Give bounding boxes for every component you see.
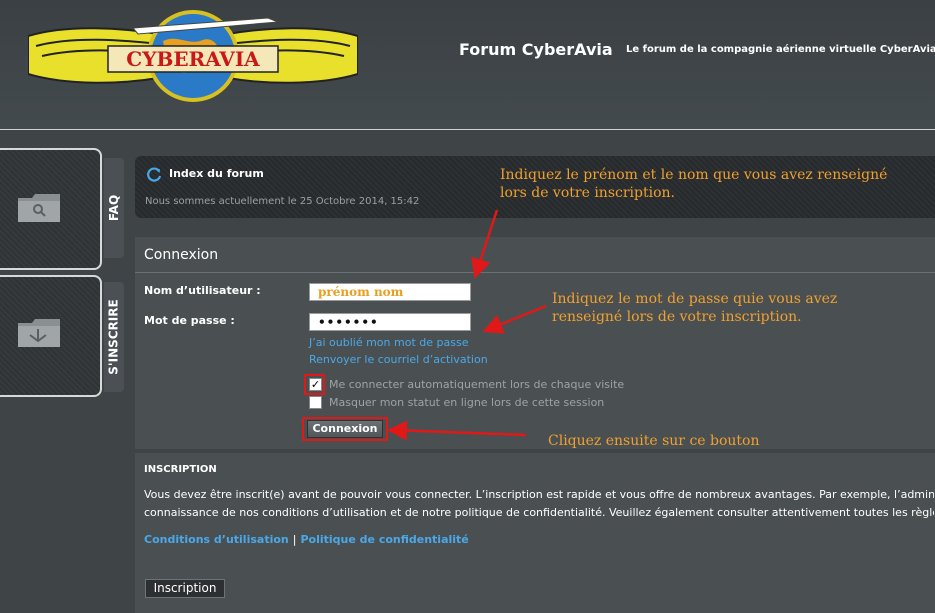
password-hint: Indiquez le mot de passe quie vous avez … [552, 290, 837, 326]
remember-me-label: Me connecter automatiquement lors de cha… [329, 378, 625, 391]
forgot-password-link[interactable]: J’ai oublié mon mot de passe [309, 336, 468, 349]
username-label: Nom d’utilisateur : [144, 284, 261, 297]
privacy-link[interactable]: Politique de confidentialité [300, 533, 468, 546]
divider [135, 272, 935, 273]
register-title: INSCRIPTION [144, 464, 217, 475]
password-hint-line1: Indiquez le mot de passe quie vous avez [552, 291, 838, 307]
login-title: Connexion [144, 247, 219, 263]
search-folder-icon [18, 194, 60, 222]
resend-activation-link[interactable]: Renvoyer le courriel d’activation [309, 353, 488, 366]
site-title[interactable]: Forum CyberAvia [459, 40, 613, 59]
hide-status-label: Masquer mon statut en ligne lors de cett… [329, 396, 605, 409]
password-hint-line2: renseigné lors de votre inscription. [552, 309, 802, 325]
name-hint: Indiquez le prénom et le nom que vous av… [500, 166, 887, 202]
faq-panel[interactable] [0, 148, 102, 270]
password-input[interactable]: ••••••• [309, 313, 471, 331]
password-label: Mot de passe : [144, 314, 235, 327]
username-input[interactable]: prénom nom [309, 283, 471, 301]
register-text-line1: Vous devez être inscrit(e) avant de pouv… [144, 488, 934, 501]
tab-register-label: S'INSCRIRE [107, 299, 122, 375]
tab-faq[interactable]: FAQ [104, 158, 124, 258]
checkbox-highlight [304, 374, 325, 395]
inbox-folder-icon [18, 319, 60, 347]
current-date: Nous sommes actuellement le 25 Octobre 2… [145, 196, 420, 207]
hide-status-checkbox[interactable] [309, 396, 322, 409]
svg-text:CYBERAVIA: CYBERAVIA [126, 47, 260, 71]
tab-faq-label: FAQ [107, 194, 121, 222]
login-panel: Connexion Nom d’utilisateur : prénom nom… [135, 237, 935, 449]
button-highlight [302, 417, 388, 441]
cyberavia-logo[interactable]: CYBERAVIA [28, 6, 358, 106]
register-panel: INSCRIPTION Vous devez être inscrit(e) a… [135, 453, 935, 613]
name-hint-line1: Indiquez le prénom et le nom que vous av… [500, 167, 888, 183]
register-side-panel[interactable] [0, 275, 102, 397]
register-links: Conditions d’utilisation | Politique de co… [144, 533, 469, 546]
forum-index-link[interactable]: Index du forum [169, 167, 264, 180]
link-separator: | [292, 533, 297, 546]
button-hint: Cliquez ensuite sur ce bouton [548, 433, 760, 449]
name-hint-line2: lors de votre inscription. [500, 185, 675, 201]
site-description: Le forum de la compagnie aérienne virtue… [626, 44, 935, 55]
register-text-line2: connaissance de nos conditions d’utilisa… [144, 506, 934, 519]
terms-link[interactable]: Conditions d’utilisation [144, 533, 289, 546]
refresh-icon [147, 167, 162, 182]
register-button[interactable]: Inscription [145, 579, 225, 598]
site-header: CYBERAVIA Forum CyberAvia Le forum de la… [0, 0, 935, 130]
tab-register[interactable]: S'INSCRIRE [104, 282, 124, 392]
